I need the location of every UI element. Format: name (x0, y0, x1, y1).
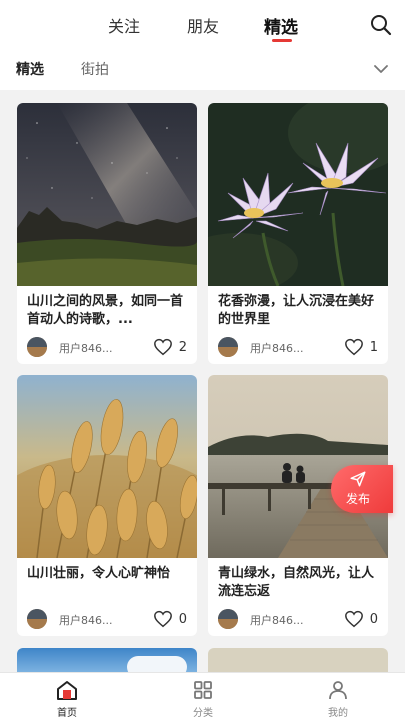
post-title: 山川之间的风景，如同一首首动人的诗歌，... (27, 294, 184, 327)
post-card[interactable] (17, 648, 197, 672)
expand-categories-button[interactable] (372, 60, 390, 78)
post-title: 花香弥漫，让人沉浸在美好的世界里 (218, 294, 375, 327)
post-image-water-lilies (208, 103, 388, 286)
heart-icon (153, 338, 172, 356)
top-tab-bar: 关注 朋友 精选 (0, 0, 405, 50)
post-title: 青山绿水，自然风光，让人流连忘返 (218, 566, 375, 599)
like-count: 0 (178, 611, 187, 627)
search-button[interactable] (369, 13, 393, 37)
search-icon (371, 15, 392, 36)
user-icon (329, 681, 347, 700)
chevron-down-icon (374, 65, 388, 73)
nav-profile-label: 我的 (328, 708, 348, 719)
feed: 山川之间的风景，如同一首首动人的诗歌，... 用户846... 2 花香弥漫，让… (0, 90, 405, 672)
home-icon (57, 681, 77, 700)
avatar[interactable] (218, 337, 238, 357)
nav-profile[interactable]: 我的 (308, 679, 368, 719)
active-tab-indicator (272, 39, 292, 42)
tab-friends[interactable]: 朋友 (187, 13, 219, 37)
post-card[interactable]: 花香弥漫，让人沉浸在美好的世界里 用户846... 1 (208, 103, 388, 364)
like-count: 2 (178, 339, 187, 355)
like-button[interactable]: 0 (153, 608, 187, 630)
post-meta: 用户846... 2 (17, 330, 197, 364)
bottom-nav: 首页 分类 我的 (0, 672, 405, 720)
publish-label: 发布 (346, 492, 371, 506)
nav-home[interactable]: 首页 (37, 679, 97, 719)
sub-tab-featured[interactable]: 精选 (16, 59, 44, 79)
avatar[interactable] (27, 337, 47, 357)
app-root: 关注 朋友 精选 精选 街拍 山川之间的风景，如同一首首动人的诗歌，... 用户… (0, 0, 405, 720)
author-name[interactable]: 用户846... (59, 612, 113, 628)
like-button[interactable]: 0 (344, 608, 378, 630)
post-meta: 用户846... 1 (208, 330, 388, 364)
post-meta: 用户846... 0 (17, 602, 197, 636)
nav-home-label: 首页 (57, 708, 77, 719)
sub-tab-bar: 精选 街拍 (0, 50, 405, 90)
author-name[interactable]: 用户846... (59, 340, 113, 356)
tab-follow[interactable]: 关注 (108, 13, 140, 37)
nav-category-label: 分类 (193, 708, 213, 719)
like-button[interactable]: 2 (153, 336, 187, 358)
avatar[interactable] (27, 609, 47, 629)
tab-featured[interactable]: 精选 (264, 13, 298, 38)
nav-category[interactable]: 分类 (173, 679, 233, 719)
post-meta: 用户846... 0 (208, 602, 388, 636)
sub-tab-street[interactable]: 街拍 (81, 59, 109, 79)
post-image-wheat (17, 375, 197, 558)
heart-icon (153, 610, 172, 628)
like-count: 0 (369, 611, 378, 627)
post-card[interactable] (208, 648, 388, 672)
heart-icon (344, 338, 363, 356)
send-icon (350, 471, 366, 487)
like-button[interactable]: 1 (344, 336, 378, 358)
like-count: 1 (369, 339, 378, 355)
post-image-sky (17, 648, 197, 672)
author-name[interactable]: 用户846... (250, 340, 304, 356)
author-name[interactable]: 用户846... (250, 612, 304, 628)
publish-button[interactable]: 发布 (331, 465, 393, 513)
post-image-haze (208, 648, 388, 672)
grid-icon (194, 681, 212, 699)
post-card[interactable]: 山川壮丽，令人心旷神怡 用户846... 0 (17, 375, 197, 636)
post-image-milky-way (17, 103, 197, 286)
post-title: 山川壮丽，令人心旷神怡 (27, 566, 171, 581)
post-card[interactable]: 山川之间的风景，如同一首首动人的诗歌，... 用户846... 2 (17, 103, 197, 364)
heart-icon (344, 610, 363, 628)
avatar[interactable] (218, 609, 238, 629)
